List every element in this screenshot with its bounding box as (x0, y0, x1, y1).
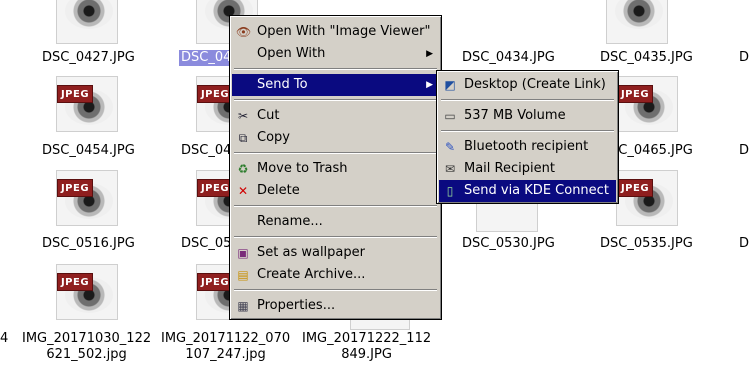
menu-item-label: Create Archive... (257, 267, 366, 282)
file-name-selected[interactable]: DSC_04 (179, 50, 234, 66)
archive-icon: ▤ (237, 268, 249, 282)
file-name[interactable]: D (739, 50, 749, 66)
menu-item-properties[interactable]: ▦ Properties... (232, 295, 439, 317)
image-thumbnail: JPEG (616, 170, 678, 226)
file-name[interactable]: DSC_0516.JPG (42, 236, 135, 252)
menu-item-create-archive[interactable]: ▤ Create Archive... (232, 264, 439, 286)
send-to-submenu: ◩ Desktop (Create Link) ▭ 537 MB Volume … (436, 70, 619, 204)
file-name[interactable]: IMG_20171222_112 849.JPG (302, 331, 431, 363)
mail-icon: ✉ (444, 162, 456, 176)
image-viewer-eye-icon: 👁 (236, 25, 252, 39)
desktop-link-icon: ◩ (444, 78, 456, 92)
file-name[interactable]: DSC_0427.JPG (42, 50, 135, 66)
trash-icon: ♻ (237, 162, 249, 176)
file-name[interactable]: DSC_0454.JPG (42, 143, 135, 159)
file-name[interactable]: DSC_0530.JPG (462, 236, 555, 252)
menu-item-label: Cut (257, 108, 280, 123)
jpeg-badge: JPEG (617, 85, 653, 103)
jpeg-badge: JPEG (617, 179, 653, 197)
jpeg-badge: JPEG (197, 85, 233, 103)
file-name[interactable]: IMG_20171030_122 621_502.jpg (22, 331, 151, 363)
file-name[interactable]: DSC_0435.JPG (600, 50, 693, 66)
context-menu: 👁 Open With "Image Viewer" Open With ▶ S… (229, 15, 442, 320)
menu-item-537mb-volume[interactable]: ▭ 537 MB Volume (439, 105, 616, 127)
file-name[interactable]: DSC_05 (181, 236, 231, 252)
menu-item-open-with-image-viewer[interactable]: 👁 Open With "Image Viewer" (232, 21, 439, 43)
menu-item-label: Mail Recipient (464, 161, 555, 176)
menu-item-send-via-kde-connect[interactable]: ▯ Send via KDE Connect (439, 180, 616, 202)
jpeg-badge: JPEG (57, 85, 93, 103)
copy-icon: ⧉ (238, 131, 248, 145)
menu-separator (234, 289, 437, 291)
jpeg-badge: JPEG (57, 273, 93, 291)
file-name[interactable]: D (739, 236, 749, 252)
image-thumbnail: JPEG (616, 76, 678, 132)
file-name[interactable]: IMG_20171122_070 107_247.jpg (161, 331, 290, 363)
menu-item-copy[interactable]: ⧉ Copy (232, 127, 439, 149)
wallpaper-icon: ▣ (237, 246, 249, 260)
delete-x-icon: ✕ (237, 184, 249, 198)
drive-icon: ▭ (444, 109, 456, 123)
jpeg-badge: JPEG (197, 179, 233, 197)
menu-item-label: Set as wallpaper (257, 245, 365, 260)
scissors-icon: ✂ (237, 109, 249, 123)
phone-icon: ▯ (446, 184, 454, 198)
menu-separator (234, 99, 437, 101)
menu-item-label: Move to Trash (257, 161, 348, 176)
menu-item-desktop-create-link[interactable]: ◩ Desktop (Create Link) (439, 74, 616, 96)
image-thumbnail (606, 0, 668, 44)
menu-item-delete[interactable]: ✕ Delete (232, 180, 439, 202)
menu-item-label: Send To (257, 77, 308, 92)
menu-separator (234, 68, 437, 70)
file-name[interactable]: D (739, 143, 749, 159)
image-thumbnail: JPEG (56, 170, 118, 226)
menu-item-mail-recipient[interactable]: ✉ Mail Recipient (439, 158, 616, 180)
menu-item-label: Open With "Image Viewer" (257, 24, 431, 39)
menu-separator (234, 152, 437, 154)
menu-separator (234, 205, 437, 207)
file-name[interactable]: DSC_04 (181, 143, 231, 159)
menu-separator (234, 236, 437, 238)
menu-separator (441, 130, 614, 132)
image-thumbnail (56, 0, 118, 44)
image-thumbnail: JPEG (56, 264, 118, 320)
menu-item-label: Bluetooth recipient (464, 139, 589, 154)
menu-item-label: Rename... (257, 214, 323, 229)
menu-separator (441, 99, 614, 101)
menu-item-move-to-trash[interactable]: ♻ Move to Trash (232, 158, 439, 180)
menu-item-label: Delete (257, 183, 300, 198)
menu-item-bluetooth-recipient[interactable]: ✎ Bluetooth recipient (439, 136, 616, 158)
menu-item-set-as-wallpaper[interactable]: ▣ Set as wallpaper (232, 242, 439, 264)
submenu-arrow-icon: ▶ (426, 49, 433, 59)
menu-item-label: Properties... (257, 298, 336, 313)
menu-item-label: Desktop (Create Link) (464, 77, 606, 92)
jpeg-badge: JPEG (57, 179, 93, 197)
submenu-arrow-icon: ▶ (426, 80, 433, 90)
file-name[interactable]: DSC_0434.JPG (462, 50, 555, 66)
image-thumbnail: JPEG (56, 76, 118, 132)
menu-item-send-to[interactable]: Send To ▶ (232, 74, 439, 96)
menu-item-label: 537 MB Volume (464, 108, 566, 123)
jpeg-badge: JPEG (197, 273, 233, 291)
menu-item-label: Copy (257, 130, 290, 145)
bluetooth-icon: ✎ (444, 140, 456, 154)
menu-item-label: Open With (257, 46, 326, 61)
menu-item-open-with[interactable]: Open With ▶ (232, 43, 439, 65)
menu-item-label: Send via KDE Connect (464, 183, 609, 198)
menu-item-cut[interactable]: ✂ Cut (232, 105, 439, 127)
properties-icon: ▦ (237, 299, 249, 313)
file-name[interactable]: 4 (0, 331, 8, 347)
file-name[interactable]: DSC_0535.JPG (600, 236, 693, 252)
menu-item-rename[interactable]: Rename... (232, 211, 439, 233)
